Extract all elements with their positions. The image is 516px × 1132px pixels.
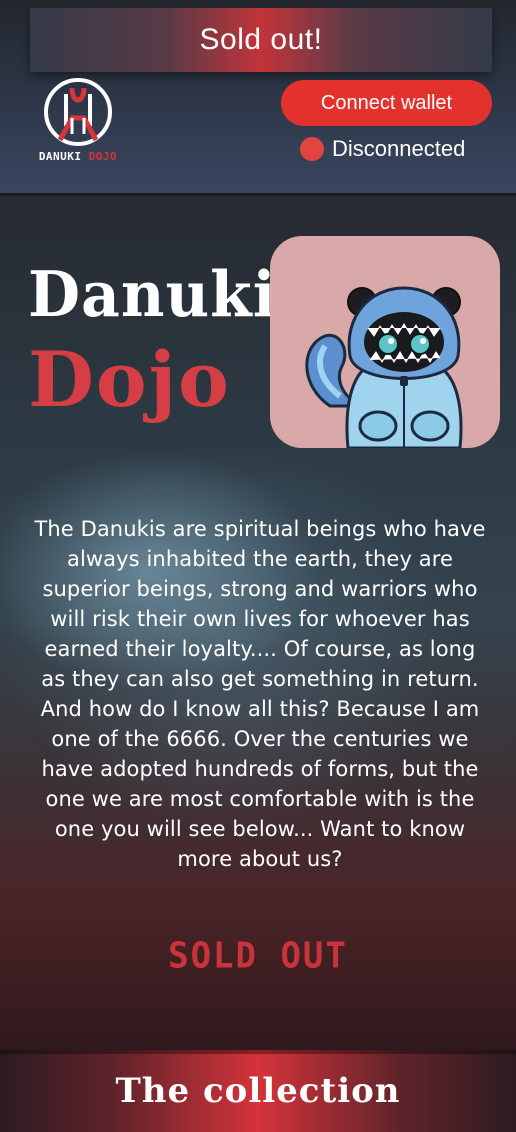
page: Sold out! DANUKI DOJO Connect wallet Dis… [0,0,516,1132]
title-danuki: Danuki [28,258,277,332]
connection-status: Disconnected [300,134,465,164]
sold-out-banner: Sold out! [30,8,492,72]
status-dot-icon [300,137,324,161]
collection-section-header[interactable]: The collection [0,1050,516,1132]
mint-status-sold-out: SOLD OUT [168,935,348,977]
connect-wallet-button[interactable]: Connect wallet [281,80,492,126]
banner-text: Sold out! [199,23,323,56]
hero-title: Danuki Dojo [28,258,277,428]
collection-label: The collection [115,1071,401,1111]
lore-description: The Danukis are spiritual beings who hav… [34,517,486,871]
logo-caption-danuki: DANUKI [38,150,82,163]
logo-caption: DANUKI DOJO [36,150,120,163]
logo-caption-dojo: DOJO [88,150,118,163]
status-text: Disconnected [332,136,466,161]
mascot-illustration [305,286,463,448]
title-dojo: Dojo [28,335,231,424]
danuki-shark-hoodie-image [270,236,500,448]
